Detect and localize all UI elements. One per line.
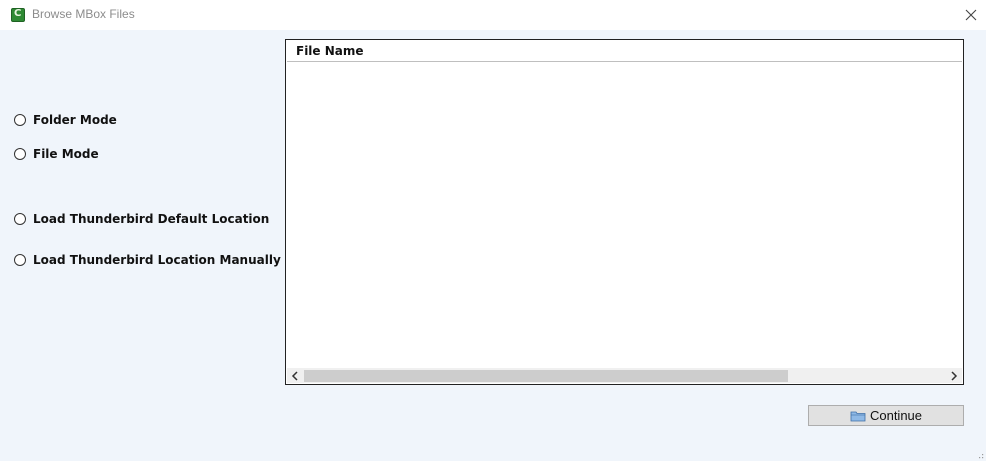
radio-circle[interactable]: [14, 148, 26, 160]
app-icon: [11, 8, 25, 22]
continue-label: Continue: [869, 408, 923, 423]
horizontal-scrollbar[interactable]: [287, 368, 962, 383]
column-header-label: File Name: [296, 44, 364, 58]
scrollbar-thumb[interactable]: [304, 370, 788, 382]
folder-icon: [850, 411, 866, 421]
scroll-right-button[interactable]: [946, 368, 962, 383]
radio-label: Load Thunderbird Default Location: [33, 212, 270, 226]
scroll-left-button[interactable]: [287, 368, 303, 383]
title-bar: Browse MBox Files: [0, 0, 986, 30]
radio-label: File Mode: [33, 147, 99, 161]
radio-file-mode[interactable]: File Mode: [14, 146, 99, 162]
radio-circle[interactable]: [14, 213, 26, 225]
window-title: Browse MBox Files: [32, 7, 135, 21]
close-icon: [965, 9, 977, 21]
resize-grip-icon[interactable]: [976, 451, 984, 459]
close-button[interactable]: [960, 4, 982, 26]
chevron-left-icon: [291, 370, 298, 381]
radio-thunderbird-default[interactable]: Load Thunderbird Default Location: [14, 211, 269, 227]
file-list-panel[interactable]: File Name: [285, 39, 964, 385]
radio-thunderbird-manual[interactable]: Load Thunderbird Location Manually: [14, 252, 281, 268]
column-header-file-name[interactable]: File Name: [287, 41, 962, 62]
radio-circle[interactable]: [14, 254, 26, 266]
continue-button[interactable]: Continue: [808, 405, 964, 426]
radio-label: Load Thunderbird Location Manually: [33, 253, 281, 267]
radio-folder-mode[interactable]: Folder Mode: [14, 112, 117, 128]
chevron-right-icon: [951, 370, 958, 381]
radio-circle[interactable]: [14, 114, 26, 126]
radio-label: Folder Mode: [33, 113, 117, 127]
